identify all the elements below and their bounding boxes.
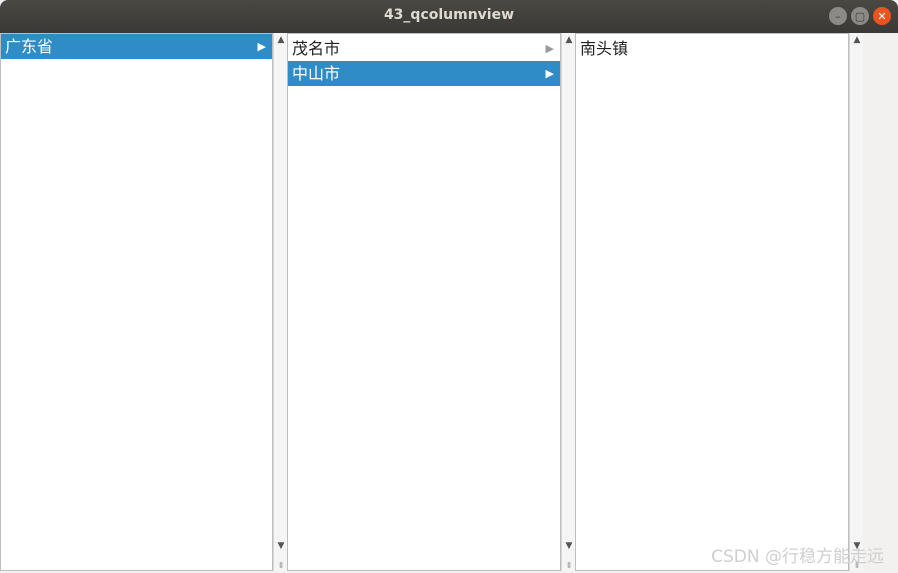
resize-grip-icon[interactable]: ⦀ [274, 561, 288, 571]
window-title: 43_qcolumnview [383, 7, 515, 23]
list-item-label: 南头镇 [580, 39, 629, 58]
column-view: 广东省 ▶ ▲ ▼ ⦀ 茂名市 ▶ 中山市 ▶ ▲ ▼ ⦀ 南头镇 ▲ ▼ ⦀ [0, 33, 898, 573]
close-icon: ✕ [877, 9, 887, 23]
scroll-up-icon[interactable]: ▲ [850, 35, 864, 45]
list-item[interactable]: 南头镇 [576, 36, 848, 61]
close-button[interactable]: ✕ [873, 7, 891, 25]
list-item[interactable]: 中山市 ▶ [288, 61, 560, 86]
column-cities-scrollbar[interactable]: ▲ ▼ ⦀ [561, 33, 575, 571]
maximize-button[interactable]: ▢ [851, 7, 869, 25]
resize-grip-icon[interactable]: ⦀ [562, 561, 576, 571]
scroll-down-icon[interactable]: ▼ [274, 541, 288, 551]
column-towns[interactable]: 南头镇 [575, 33, 849, 571]
list-item[interactable]: 茂名市 ▶ [288, 36, 560, 61]
list-item-label: 茂名市 [292, 39, 341, 58]
minimize-button[interactable]: – [829, 7, 847, 25]
scroll-up-icon[interactable]: ▲ [562, 35, 576, 45]
column-towns-scrollbar[interactable]: ▲ ▼ ⦀ [849, 33, 863, 571]
maximize-icon: ▢ [854, 9, 866, 23]
list-item-label: 广东省 [5, 37, 54, 56]
watermark: CSDN @行稳方能走远 [711, 547, 884, 567]
column-provinces[interactable]: 广东省 ▶ [0, 33, 273, 571]
minimize-icon: – [835, 9, 841, 23]
column-cities[interactable]: 茂名市 ▶ 中山市 ▶ [287, 33, 561, 571]
scroll-up-icon[interactable]: ▲ [274, 35, 288, 45]
expand-arrow-icon: ▶ [257, 40, 266, 53]
expand-arrow-icon: ▶ [545, 42, 554, 55]
column-provinces-scrollbar[interactable]: ▲ ▼ ⦀ [273, 33, 287, 571]
expand-arrow-icon: ▶ [545, 67, 554, 80]
list-item[interactable]: 广东省 ▶ [1, 34, 272, 59]
list-item-label: 中山市 [292, 64, 341, 83]
title-bar[interactable]: 43_qcolumnview – ▢ ✕ [0, 0, 898, 33]
scroll-down-icon[interactable]: ▼ [562, 541, 576, 551]
